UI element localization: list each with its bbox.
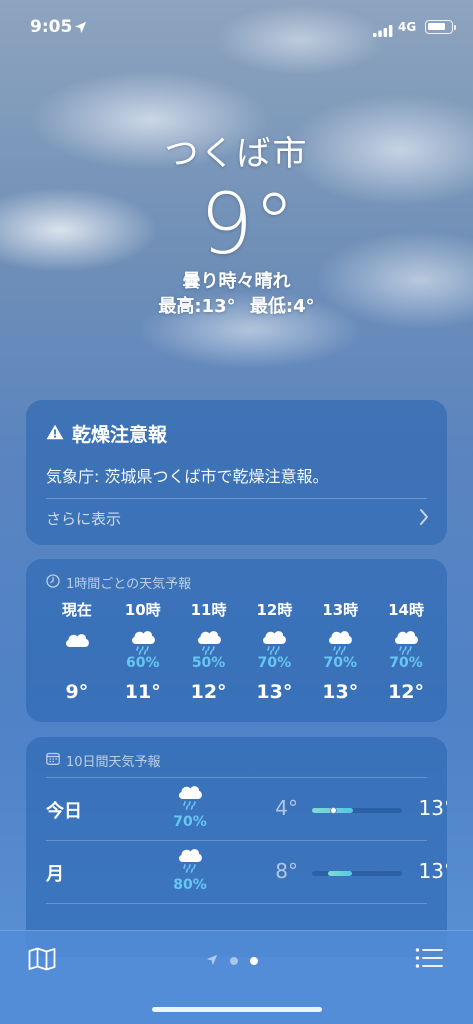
cloud-rain-icon: [110, 629, 176, 655]
temperature-range-bar: [312, 807, 402, 814]
alert-title: 乾燥注意報: [72, 424, 168, 446]
hour-temperature: 12°: [388, 681, 425, 703]
cloud-rain-icon: [241, 629, 307, 655]
hour-item[interactable]: 11時 50% 12°: [176, 599, 242, 709]
day-name: 今日: [46, 801, 82, 822]
page-indicator[interactable]: [206, 951, 258, 970]
day-high-temperature: 13°: [418, 796, 447, 820]
hour-temperature: 9°: [65, 681, 89, 703]
hour-temperature: 11°: [124, 681, 161, 703]
hour-temperature: 13°: [322, 681, 359, 703]
day-high-temperature: 13°: [418, 859, 447, 883]
precipitation-chance: 70%: [257, 655, 292, 671]
hour-label: 13時: [322, 601, 359, 619]
precipitation-chance: 70%: [323, 655, 357, 671]
precipitation-chance: 70%: [389, 655, 423, 671]
network-type: 4G: [398, 20, 417, 34]
temperature-range-bar: [312, 871, 402, 876]
location-arrow-icon: [74, 19, 87, 38]
hour-label: 12時: [256, 601, 293, 619]
list-icon[interactable]: [415, 947, 443, 973]
battery-icon: [425, 20, 453, 34]
cloud-rain-icon: [176, 629, 242, 655]
alert-body: 気象庁: 茨城県つくば市で乾燥注意報。: [46, 467, 329, 486]
precipitation-chance: 70%: [173, 814, 207, 830]
hour-item[interactable]: 13時 70% 13°: [307, 599, 373, 709]
cellular-signal-icon: [373, 22, 393, 41]
show-more-link[interactable]: さらに表示: [46, 508, 121, 529]
hourly-forecast-title: 1時間ごとの天気予報: [46, 573, 191, 592]
hour-label: 11時: [190, 601, 227, 619]
hour-label: 現在: [61, 601, 92, 619]
chevron-right-icon[interactable]: [419, 508, 429, 530]
weather-alert-card[interactable]: 乾燥注意報 気象庁: 茨城県つくば市で乾燥注意報。 さらに表示: [26, 400, 447, 545]
ten-day-forecast-card[interactable]: 10日間天気予報 今日 70% 4° 13° 月 80% 8° 13°: [26, 737, 447, 957]
cloud-rain-icon: [170, 847, 210, 873]
location-arrow-icon[interactable]: [206, 951, 218, 970]
cloud-rain-icon: [373, 629, 439, 655]
hour-item[interactable]: 10時 60% 11°: [110, 599, 176, 709]
hour-item[interactable]: 現在 9°: [44, 599, 110, 709]
hour-item[interactable]: 12時 70% 13°: [241, 599, 307, 709]
cloud-rain-icon: [307, 629, 373, 655]
hourly-list[interactable]: 現在 9° 10時 60% 11° 11時 50% 12° 12時 70% 13…: [44, 599, 439, 709]
high-temperature: 最高:13°: [158, 296, 236, 317]
page-dot-active[interactable]: [250, 956, 258, 965]
status-time: 9:05: [30, 17, 73, 37]
divider: [46, 498, 427, 499]
hour-label: 14時: [388, 601, 424, 619]
ten-day-forecast-title: 10日間天気予報: [46, 751, 161, 770]
map-icon[interactable]: [28, 947, 56, 975]
cloud-rain-icon: [170, 784, 210, 810]
home-indicator: [152, 1007, 322, 1012]
cloud-icon: [44, 629, 110, 651]
calendar-icon: [46, 752, 60, 769]
current-weather: つくば市 9° 曇り時々晴れ 最高:13° 最低:4°: [0, 132, 473, 320]
alert-header: 乾燥注意報: [46, 420, 167, 447]
hour-temperature: 13°: [256, 681, 293, 703]
hour-temperature: 12°: [190, 681, 227, 703]
hour-label: 10時: [124, 601, 161, 619]
day-name: 月: [46, 864, 64, 885]
day-low-temperature: 8°: [275, 859, 298, 883]
current-temperature: 9°: [199, 175, 296, 273]
precipitation-chance: 80%: [173, 877, 207, 893]
precipitation-chance: 60%: [125, 655, 160, 671]
high-low-temperature: 最高:13° 最低:4°: [0, 294, 473, 320]
weather-condition: 曇り時々晴れ: [182, 271, 291, 292]
temperature-range-fill: [328, 871, 353, 876]
day-row[interactable]: 月 80% 8° 13°: [46, 840, 447, 902]
city-name: つくば市: [164, 134, 309, 174]
precipitation-chance: 50%: [191, 655, 226, 671]
page-dot[interactable]: [230, 956, 238, 965]
hour-item[interactable]: 14時 70% 12°: [373, 599, 439, 709]
status-bar: 9:05 4G: [0, 0, 473, 52]
day-row[interactable]: 今日 70% 4° 13°: [46, 777, 447, 839]
clock-icon: [46, 573, 60, 592]
low-temperature: 最低:4°: [249, 296, 315, 317]
day-low-temperature: 4°: [275, 796, 298, 820]
warning-icon: [46, 423, 64, 445]
hourly-forecast-card[interactable]: 1時間ごとの天気予報 現在 9° 10時 60% 11° 11時 50% 12°: [26, 559, 447, 722]
